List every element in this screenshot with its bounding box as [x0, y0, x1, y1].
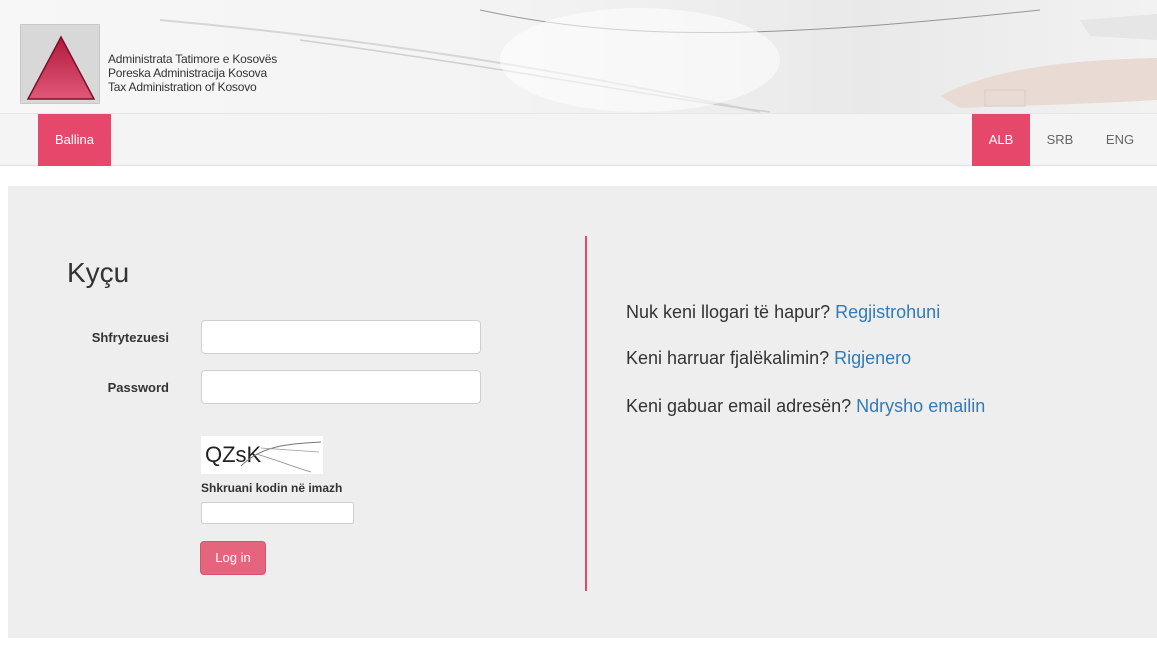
regenerate-password-link[interactable]: Rigjenero — [834, 348, 911, 368]
login-button[interactable]: Log in — [200, 541, 266, 575]
org-name-english: Tax Administration of Kosovo — [108, 80, 257, 94]
nav-home-link[interactable]: Ballina — [38, 114, 111, 166]
email-prompt-text: Keni gabuar email adresën? — [626, 396, 852, 416]
register-link[interactable]: Regjistrohuni — [835, 302, 940, 322]
lang-alb[interactable]: ALB — [972, 114, 1030, 166]
organization-names: Administrata Tatimore e Kosovës Poreska … — [108, 52, 277, 94]
forgot-prompt-text: Keni harruar fjalëkalimin? — [626, 348, 830, 368]
logo[interactable] — [20, 24, 100, 104]
captcha-hint: Shkruani kodin në imazh — [201, 481, 343, 495]
main-nav: Ballina ALB SRB ENG — [0, 113, 1157, 166]
site-header: Administrata Tatimore e Kosovës Poreska … — [0, 0, 1157, 113]
org-name-serbian: Poreska Administracija Kosova — [108, 66, 267, 80]
org-name-albanian: Administrata Tatimore e Kosovës — [108, 52, 277, 66]
triangle-logo-icon — [26, 35, 96, 100]
lang-srb[interactable]: SRB — [1032, 114, 1088, 166]
wrong-email-prompt: Keni gabuar email adresën? Ndrysho email… — [626, 396, 985, 417]
register-prompt: Nuk keni llogari të hapur? Regjistrohuni — [626, 302, 940, 323]
vertical-divider — [585, 236, 587, 591]
password-input[interactable] — [201, 370, 481, 404]
username-label: Shfrytezuesi — [91, 330, 169, 345]
captcha-input[interactable] — [201, 502, 354, 524]
register-prompt-text: Nuk keni llogari të hapur? — [626, 302, 831, 322]
login-title: Kyçu — [67, 257, 130, 288]
captcha-image: QZsK — [201, 436, 323, 474]
forgot-password-prompt: Keni harruar fjalëkalimin? Rigjenero — [626, 348, 911, 369]
username-input[interactable] — [201, 320, 481, 354]
password-label: Password — [107, 380, 169, 395]
change-email-link[interactable]: Ndrysho emailin — [856, 396, 985, 416]
lang-eng[interactable]: ENG — [1092, 114, 1148, 166]
captcha-noise — [240, 441, 322, 473]
